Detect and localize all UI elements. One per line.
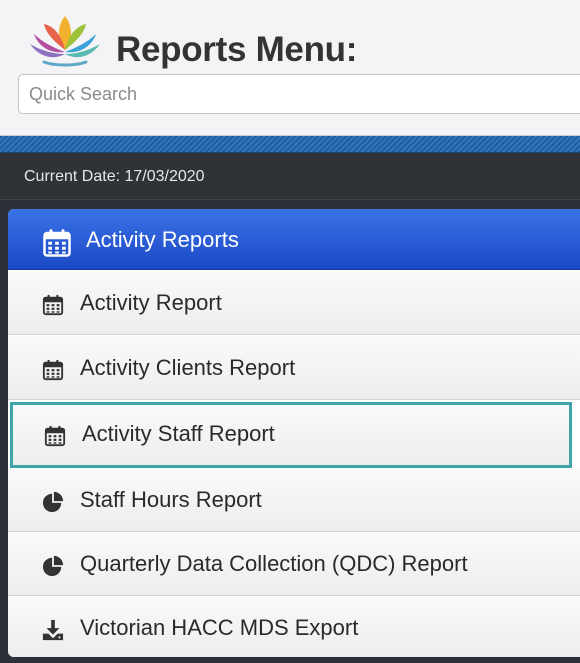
quick-search-input[interactable] <box>18 74 580 114</box>
menu-item-label: Activity Clients Report <box>80 355 296 380</box>
menu-item-label: Activity Staff Report <box>82 421 275 446</box>
menu-item-staff-hours-report[interactable]: Staff Hours Report <box>8 468 580 532</box>
menu-section-activity-reports[interactable]: Activity Reports <box>8 209 580 270</box>
download-icon <box>42 619 64 641</box>
reports-menu: Activity Reports Activity Report Activit… <box>8 209 580 657</box>
menu-item-label: Quarterly Data Collection (QDC) Report <box>80 551 468 576</box>
menu-item-activity-clients-report[interactable]: Activity Clients Report <box>8 336 580 400</box>
page-title: Reports Menu: <box>116 30 358 69</box>
menu-item-label: Victorian HACC MDS Export <box>80 615 359 640</box>
menu-section-label: Activity Reports <box>86 227 239 252</box>
lotus-logo-icon <box>30 16 100 67</box>
menu-item-label: Staff Hours Report <box>80 487 262 512</box>
pie-chart-icon <box>42 491 64 513</box>
menu-item-qdc-report[interactable]: Quarterly Data Collection (QDC) Report <box>8 532 580 596</box>
calendar-icon <box>44 425 66 447</box>
menu-item-activity-staff-report[interactable]: Activity Staff Report <box>10 402 572 468</box>
menu-item-label: Activity Report <box>80 290 222 315</box>
current-date: Current Date: 17/03/2020 <box>24 168 205 185</box>
menu-item-victorian-hacc-mds-export[interactable]: Victorian HACC MDS Export <box>8 596 580 657</box>
header: Reports Menu: <box>0 0 580 136</box>
menu-item-activity-report[interactable]: Activity Report <box>8 271 580 335</box>
calendar-icon <box>42 359 64 381</box>
status-bar: Current Date: 17/03/2020 <box>0 154 580 200</box>
decorative-stripe <box>0 136 580 153</box>
calendar-icon <box>42 294 64 316</box>
calendar-icon <box>43 229 71 257</box>
pie-chart-icon <box>42 555 64 577</box>
